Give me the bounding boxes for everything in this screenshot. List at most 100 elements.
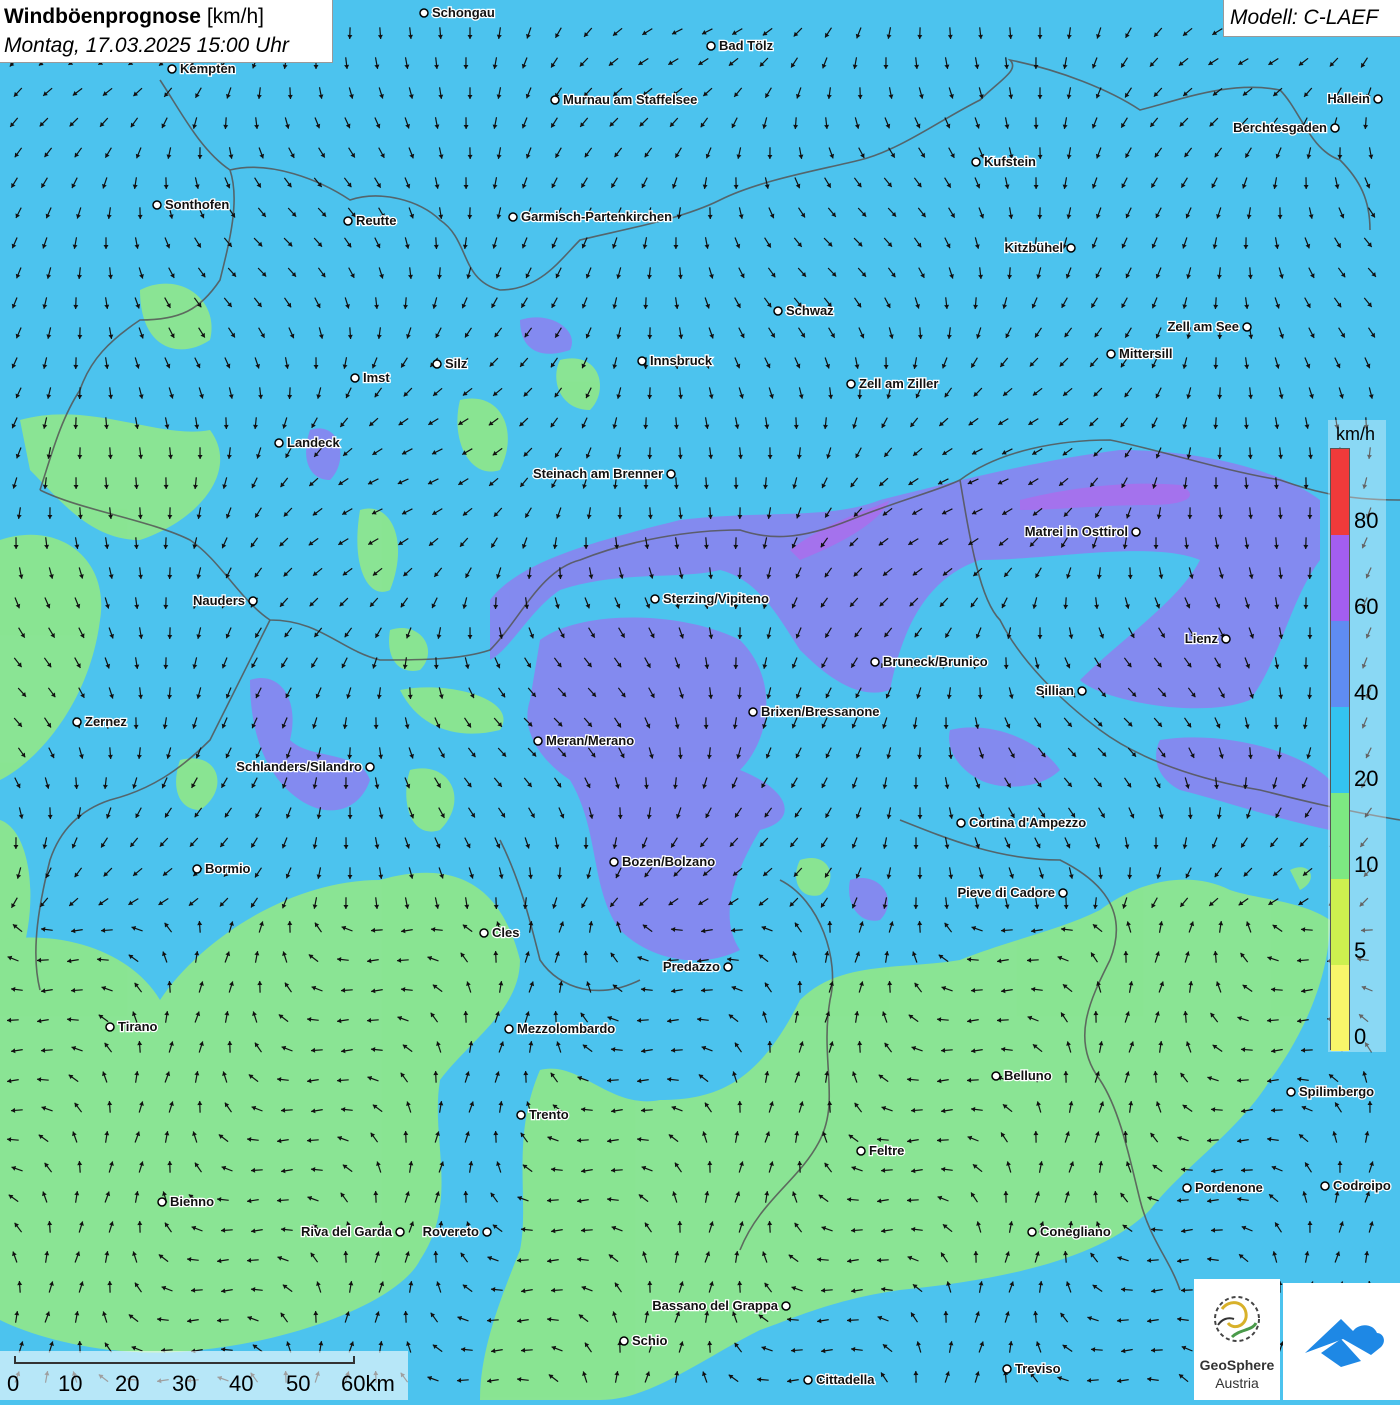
city-marker[interactable] [749, 708, 757, 716]
city-label: Zell am Ziller [859, 376, 938, 391]
model-box: Modell: C-LAEF [1223, 0, 1400, 37]
legend-label: 40 [1354, 680, 1378, 706]
city-marker[interactable] [620, 1337, 628, 1345]
city-marker[interactable] [651, 595, 659, 603]
city-marker[interactable] [1331, 124, 1339, 132]
city-marker[interactable] [153, 201, 161, 209]
city-marker[interactable] [638, 357, 646, 365]
city-label: Pordenone [1195, 1180, 1263, 1195]
map-title: Windböenprognose [km/h] [4, 5, 264, 29]
city-marker[interactable] [957, 819, 965, 827]
geosphere-logo[interactable]: GeoSphere Austria [1194, 1279, 1280, 1400]
city-marker[interactable] [483, 1228, 491, 1236]
city-marker[interactable] [517, 1111, 525, 1119]
city-marker[interactable] [73, 718, 81, 726]
wind-gust-map[interactable]: SchongauBad TölzKemptenMurnau am Staffel… [0, 0, 1400, 1400]
city-label: Conegliano [1040, 1224, 1111, 1239]
city-marker[interactable] [551, 96, 559, 104]
scale-label: 30 [172, 1371, 196, 1397]
city-label: Bozen/Bolzano [622, 854, 715, 869]
city-label: Treviso [1015, 1361, 1061, 1376]
city-marker[interactable] [857, 1147, 865, 1155]
city-label: Mittersill [1119, 346, 1172, 361]
city-marker[interactable] [667, 470, 675, 478]
model-label: Modell: C-LAEF [1230, 6, 1378, 30]
city-marker[interactable] [480, 929, 488, 937]
city-marker[interactable] [992, 1072, 1000, 1080]
city-label: Mezzolombardo [517, 1021, 615, 1036]
logo-line2: Austria [1194, 1375, 1280, 1391]
city-label: Tirano [118, 1019, 158, 1034]
city-marker[interactable] [366, 763, 374, 771]
city-marker[interactable] [707, 42, 715, 50]
cloud-arrow-icon [1283, 1283, 1400, 1400]
city-label: Riva del Garda [301, 1224, 393, 1239]
city-label: Kufstein [984, 154, 1036, 169]
city-marker[interactable] [1067, 244, 1075, 252]
city-label: Murnau am Staffelsee [563, 92, 697, 107]
city-marker[interactable] [871, 658, 879, 666]
city-marker[interactable] [1003, 1365, 1011, 1373]
scale-line [14, 1356, 355, 1364]
scale-label: 40 [229, 1371, 253, 1397]
city-label: Predazzo [663, 959, 720, 974]
city-marker[interactable] [351, 374, 359, 382]
city-marker[interactable] [972, 158, 980, 166]
forecast-date: Montag, 17.03.2025 15:00 Uhr [4, 34, 289, 58]
city-label: Spilimbergo [1299, 1084, 1374, 1099]
city-marker[interactable] [1183, 1184, 1191, 1192]
city-label: Rovereto [423, 1224, 479, 1239]
city-label: Berchtesgaden [1233, 120, 1327, 135]
city-marker[interactable] [1222, 635, 1230, 643]
city-label: Kitzbühel [1005, 240, 1064, 255]
city-marker[interactable] [344, 217, 352, 225]
city-marker[interactable] [509, 213, 517, 221]
city-marker[interactable] [1107, 350, 1115, 358]
app-logo[interactable] [1283, 1283, 1400, 1400]
city-label: Sonthofen [165, 197, 229, 212]
city-marker[interactable] [782, 1302, 790, 1310]
city-marker[interactable] [168, 65, 176, 73]
city-marker[interactable] [505, 1025, 513, 1033]
legend-seg-20 [1331, 707, 1349, 793]
city-label: Reutte [356, 213, 396, 228]
scale-label: 60km [341, 1371, 395, 1397]
city-marker[interactable] [249, 597, 257, 605]
city-label: Matrei in Osttirol [1025, 524, 1128, 539]
city-marker[interactable] [1243, 323, 1251, 331]
city-marker[interactable] [724, 963, 732, 971]
city-marker[interactable] [1374, 95, 1382, 103]
city-marker[interactable] [774, 307, 782, 315]
legend-seg-80 [1331, 449, 1349, 535]
legend-seg-60 [1331, 535, 1349, 621]
title-text: Windböenprognose [4, 5, 201, 28]
city-marker[interactable] [106, 1023, 114, 1031]
city-marker[interactable] [1059, 889, 1067, 897]
city-label: Silz [445, 356, 468, 371]
city-marker[interactable] [1287, 1088, 1295, 1096]
city-marker[interactable] [1028, 1228, 1036, 1236]
city-marker[interactable] [804, 1376, 812, 1384]
city-marker[interactable] [158, 1198, 166, 1206]
scale-bar: 0 10 20 30 40 50 60km [0, 1351, 408, 1400]
city-marker[interactable] [420, 9, 428, 17]
city-marker[interactable] [433, 360, 441, 368]
title-box: Windböenprognose [km/h] Montag, 17.03.20… [0, 0, 333, 63]
city-label: Garmisch-Partenkirchen [521, 209, 672, 224]
city-marker[interactable] [1321, 1182, 1329, 1190]
city-marker[interactable] [610, 858, 618, 866]
city-marker[interactable] [534, 737, 542, 745]
city-marker[interactable] [396, 1228, 404, 1236]
legend-seg-10 [1331, 793, 1349, 879]
city-label: Schlanders/Silandro [236, 759, 362, 774]
city-marker[interactable] [1078, 687, 1086, 695]
legend-label: 20 [1354, 766, 1378, 792]
city-label: Bad Tölz [719, 38, 774, 53]
city-label: Feltre [869, 1143, 904, 1158]
city-label: Bruneck/Brunico [883, 654, 988, 669]
city-marker[interactable] [275, 439, 283, 447]
geosphere-emblem-icon [1194, 1279, 1280, 1355]
city-marker[interactable] [193, 865, 201, 873]
city-marker[interactable] [1132, 528, 1140, 536]
city-marker[interactable] [847, 380, 855, 388]
